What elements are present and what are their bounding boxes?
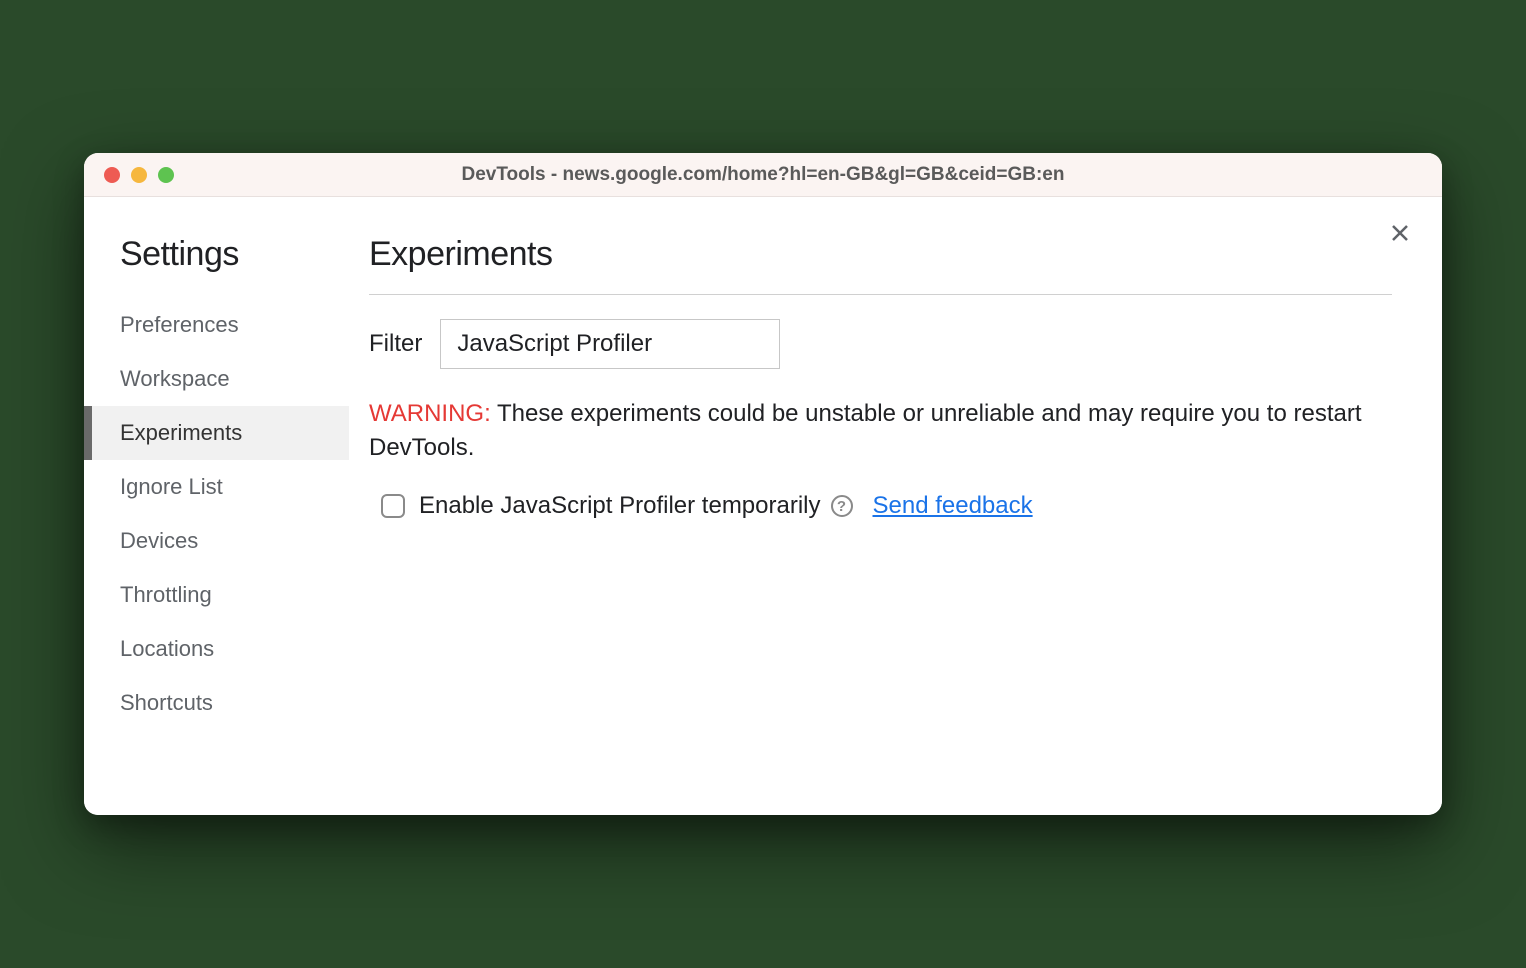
devtools-window: DevTools - news.google.com/home?hl=en-GB… [84, 153, 1442, 815]
help-icon[interactable]: ? [831, 495, 853, 517]
sidebar-item-label: Workspace [120, 366, 230, 391]
sidebar-item-label: Ignore List [120, 474, 223, 499]
window-maximize-button[interactable] [158, 167, 174, 183]
sidebar-item-ignore-list[interactable]: Ignore List [84, 460, 349, 514]
page-title: Experiments [369, 235, 1392, 295]
sidebar-item-throttling[interactable]: Throttling [84, 568, 349, 622]
window-close-button[interactable] [104, 167, 120, 183]
sidebar-item-label: Throttling [120, 582, 212, 607]
experiment-checkbox[interactable] [381, 494, 405, 518]
sidebar-item-label: Devices [120, 528, 198, 553]
traffic-lights [84, 167, 174, 183]
sidebar-item-label: Locations [120, 636, 214, 661]
close-icon [1388, 221, 1412, 245]
sidebar-item-locations[interactable]: Locations [84, 622, 349, 676]
warning-message: WARNING: These experiments could be unst… [369, 397, 1392, 464]
settings-close-button[interactable] [1386, 219, 1414, 247]
filter-input[interactable] [440, 319, 780, 369]
window-titlebar: DevTools - news.google.com/home?hl=en-GB… [84, 153, 1442, 197]
experiment-row: Enable JavaScript Profiler temporarily ?… [369, 492, 1392, 520]
filter-label: Filter [369, 330, 422, 358]
send-feedback-link[interactable]: Send feedback [873, 492, 1033, 520]
content-area: Settings Preferences Workspace Experimen… [84, 197, 1442, 815]
sidebar-item-preferences[interactable]: Preferences [84, 298, 349, 352]
sidebar-item-shortcuts[interactable]: Shortcuts [84, 676, 349, 730]
main-panel: Experiments Filter WARNING: These experi… [349, 197, 1442, 815]
warning-prefix: WARNING: [369, 400, 491, 427]
sidebar-item-devices[interactable]: Devices [84, 514, 349, 568]
window-title: DevTools - news.google.com/home?hl=en-GB… [84, 164, 1442, 186]
sidebar-item-label: Experiments [120, 420, 242, 445]
window-minimize-button[interactable] [131, 167, 147, 183]
warning-body: These experiments could be unstable or u… [369, 400, 1362, 461]
settings-sidebar: Settings Preferences Workspace Experimen… [84, 197, 349, 815]
sidebar-item-experiments[interactable]: Experiments [84, 406, 349, 460]
filter-row: Filter [369, 319, 1392, 369]
experiment-label: Enable JavaScript Profiler temporarily [419, 492, 821, 520]
sidebar-item-label: Shortcuts [120, 690, 213, 715]
sidebar-item-label: Preferences [120, 312, 239, 337]
sidebar-title: Settings [84, 235, 349, 298]
sidebar-item-workspace[interactable]: Workspace [84, 352, 349, 406]
